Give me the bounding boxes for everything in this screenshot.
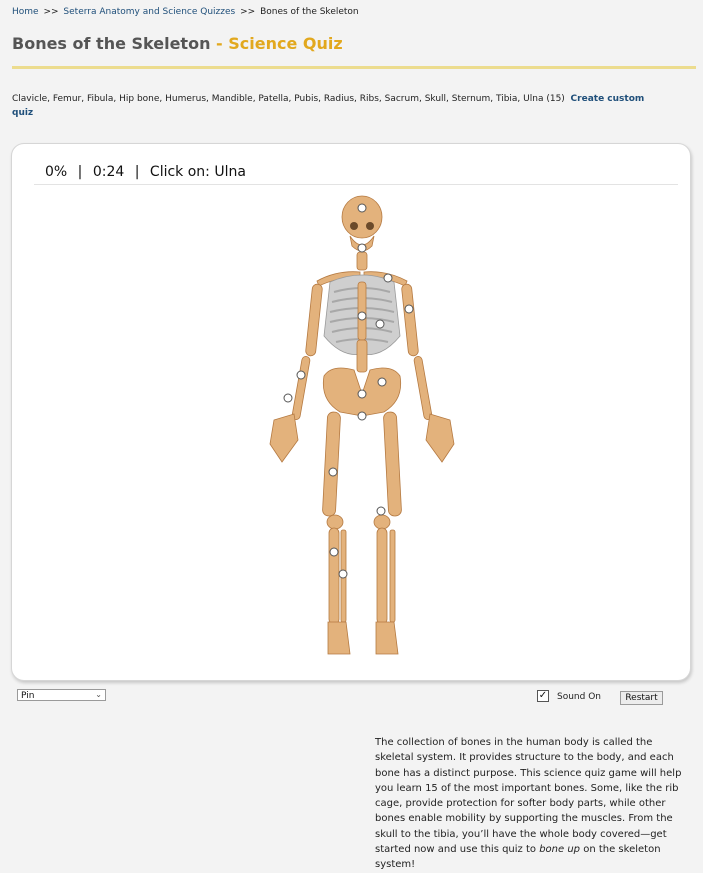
checkmark-icon: ✓ xyxy=(538,690,548,701)
hand-right-shape xyxy=(425,413,455,463)
marker-hip-bone[interactable] xyxy=(377,377,387,387)
foot-right-shape xyxy=(375,621,399,655)
eye-socket-right xyxy=(366,222,374,230)
marker-pubis[interactable] xyxy=(357,411,367,421)
skeleton-figure xyxy=(269,195,455,655)
quiz-card: 0% | 0:24 | Click on: Ulna xyxy=(11,143,691,681)
breadcrumb-current: Bones of the Skeleton xyxy=(260,7,359,17)
description-emphasis: bone up xyxy=(539,844,581,856)
fibula-right-shape xyxy=(389,529,396,623)
page-title-accent: - Science Quiz xyxy=(210,34,343,53)
marker-mandible[interactable] xyxy=(357,243,367,253)
skull-shape xyxy=(341,195,383,239)
forearm-left-shape xyxy=(291,356,311,420)
breadcrumb-home-link[interactable]: Home xyxy=(12,7,39,17)
marker-sacrum[interactable] xyxy=(357,389,367,399)
marker-femur[interactable] xyxy=(328,467,338,477)
marker-ribs[interactable] xyxy=(375,319,385,329)
patella-right-shape xyxy=(373,514,391,530)
foot-left-shape xyxy=(327,621,351,655)
femur-right-shape xyxy=(383,411,402,517)
page-title-main: Bones of the Skeleton xyxy=(12,34,211,53)
restart-button[interactable]: Restart xyxy=(620,691,663,705)
marker-patella[interactable] xyxy=(376,506,386,516)
marker-skull[interactable] xyxy=(357,203,367,213)
bone-list: Clavicle, Femur, Fibula, Hip bone, Humer… xyxy=(12,92,662,120)
title-divider xyxy=(12,66,696,69)
breadcrumb-separator: >> xyxy=(240,7,256,17)
marker-radius[interactable] xyxy=(296,370,306,380)
breadcrumb: Home >> Seterra Anatomy and Science Quiz… xyxy=(12,7,359,17)
tibia-right-shape xyxy=(376,527,388,625)
mode-select-value: Pin xyxy=(21,691,35,701)
sternum-shape xyxy=(357,281,367,341)
marker-fibula[interactable] xyxy=(338,569,348,579)
patella-left-shape xyxy=(326,514,344,530)
marker-humerus[interactable] xyxy=(404,304,414,314)
chevron-down-icon: ⌄ xyxy=(95,690,102,699)
femur-left-shape xyxy=(322,411,341,517)
sound-checkbox[interactable]: ✓ xyxy=(537,690,549,702)
forearm-right-shape xyxy=(413,356,433,420)
description-text: The collection of bones in the human bod… xyxy=(375,737,682,856)
hand-left-shape xyxy=(269,413,299,463)
page-title: Bones of the Skeleton - Science Quiz xyxy=(12,34,343,53)
marker-sternum[interactable] xyxy=(357,311,367,321)
quiz-description: The collection of bones in the human bod… xyxy=(375,735,693,873)
tibia-left-shape xyxy=(328,527,340,625)
humerus-left-shape xyxy=(305,283,323,357)
lumbar-spine xyxy=(356,339,368,373)
skeleton-diagram[interactable] xyxy=(12,144,690,680)
marker-tibia[interactable] xyxy=(329,547,339,557)
sound-label: Sound On xyxy=(557,692,601,702)
marker-clavicle[interactable] xyxy=(383,273,393,283)
breadcrumb-section-link[interactable]: Seterra Anatomy and Science Quizzes xyxy=(63,7,235,17)
breadcrumb-separator: >> xyxy=(43,7,59,17)
bone-list-text: Clavicle, Femur, Fibula, Hip bone, Humer… xyxy=(12,94,565,104)
eye-socket-left xyxy=(350,222,358,230)
marker-ulna[interactable] xyxy=(283,393,293,403)
cervical-spine xyxy=(356,251,368,271)
mode-select[interactable]: Pin ⌄ xyxy=(17,689,106,701)
humerus-right-shape xyxy=(401,283,419,357)
